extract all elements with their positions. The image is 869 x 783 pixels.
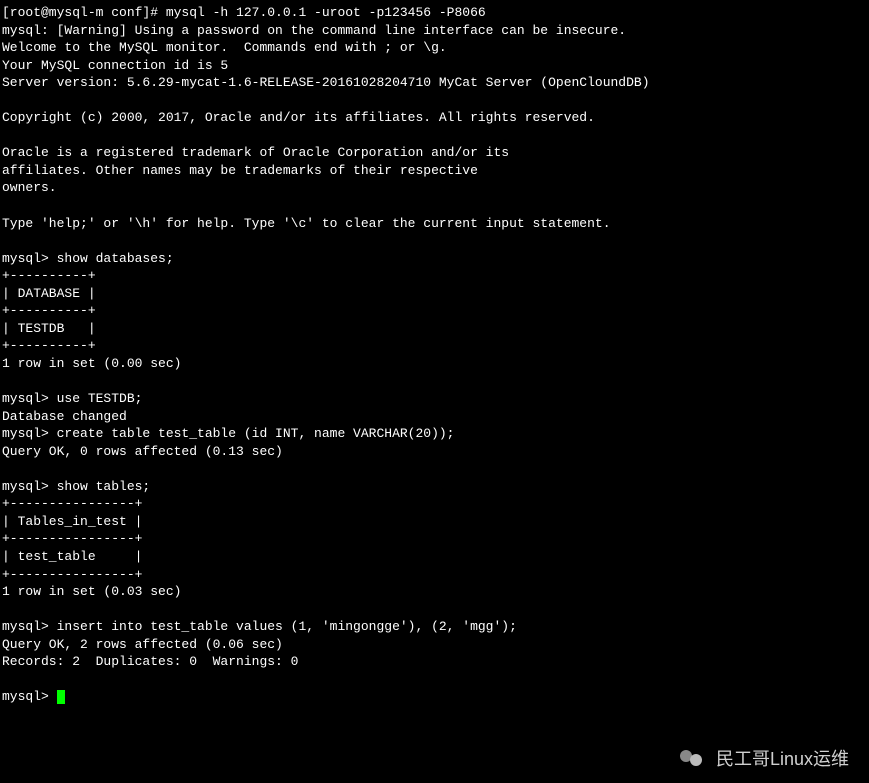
table-sep: +----------------+ [2, 531, 142, 546]
banner-line: mysql: [Warning] Using a password on the… [2, 23, 626, 38]
sql-query: show databases; [57, 251, 174, 266]
banner-line: Welcome to the MySQL monitor. Commands e… [2, 40, 447, 55]
banner-line: Oracle is a registered trademark of Orac… [2, 145, 509, 160]
sql-query: create table test_table (id INT, name VA… [57, 426, 455, 441]
table-sep: +----------+ [2, 303, 96, 318]
table-sep: +----------+ [2, 268, 96, 283]
table-sep: +----------------+ [2, 567, 142, 582]
sql-query: use TESTDB; [57, 391, 143, 406]
table-head: | DATABASE | [2, 286, 96, 301]
result-summary: 1 row in set (0.03 sec) [2, 584, 181, 599]
banner-line: Server version: 5.6.29-mycat-1.6-RELEASE… [2, 75, 650, 90]
table-sep: +----------+ [2, 338, 96, 353]
mysql-prompt: mysql> [2, 391, 57, 406]
watermark-text: 民工哥Linux运维 [716, 747, 849, 771]
result-line: Query OK, 2 rows affected (0.06 sec) [2, 637, 283, 652]
terminal-output: [root@mysql-m conf]# mysql -h 127.0.0.1 … [0, 0, 869, 710]
result-line: Database changed [2, 409, 127, 424]
table-row: | test_table | [2, 549, 142, 564]
sql-query: insert into test_table values (1, 'mingo… [57, 619, 517, 634]
wechat-icon [680, 748, 708, 770]
cursor-icon [57, 690, 65, 704]
watermark: 民工哥Linux运维 [680, 747, 849, 771]
banner-line: owners. [2, 180, 57, 195]
banner-line: Type 'help;' or '\h' for help. Type '\c'… [2, 216, 611, 231]
mysql-prompt: mysql> [2, 251, 57, 266]
result-line: Query OK, 0 rows affected (0.13 sec) [2, 444, 283, 459]
mysql-prompt: mysql> [2, 426, 57, 441]
result-line: Records: 2 Duplicates: 0 Warnings: 0 [2, 654, 298, 669]
table-head: | Tables_in_test | [2, 514, 142, 529]
mysql-prompt[interactable]: mysql> [2, 689, 57, 704]
result-summary: 1 row in set (0.00 sec) [2, 356, 181, 371]
mysql-prompt: mysql> [2, 479, 57, 494]
shell-command: mysql -h 127.0.0.1 -uroot -p123456 -P806… [166, 5, 486, 20]
banner-line: Your MySQL connection id is 5 [2, 58, 228, 73]
table-row: | TESTDB | [2, 321, 96, 336]
sql-query: show tables; [57, 479, 151, 494]
table-sep: +----------------+ [2, 496, 142, 511]
shell-prompt: [root@mysql-m conf]# [2, 5, 166, 20]
mysql-prompt: mysql> [2, 619, 57, 634]
banner-line: Copyright (c) 2000, 2017, Oracle and/or … [2, 110, 595, 125]
banner-line: affiliates. Other names may be trademark… [2, 163, 478, 178]
